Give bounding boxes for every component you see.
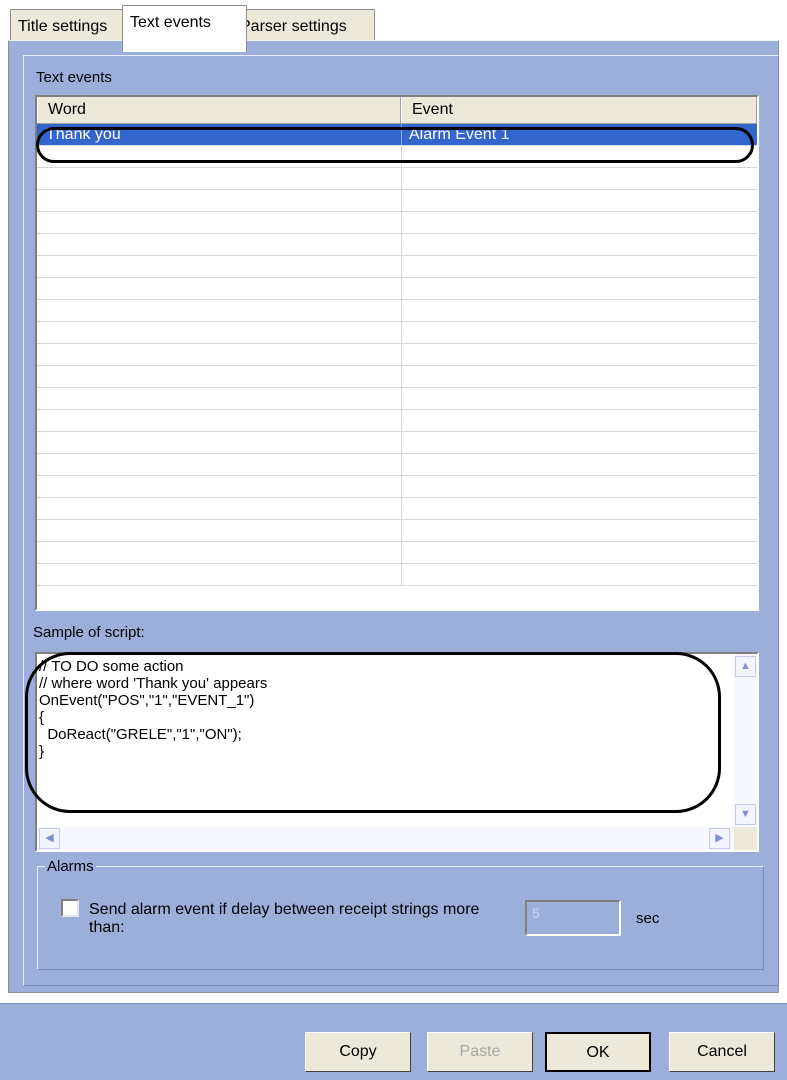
script-label: Sample of script:	[33, 624, 145, 641]
empty-table-row[interactable]	[37, 146, 757, 168]
empty-table-row[interactable]	[37, 168, 757, 190]
horizontal-scrollbar[interactable]: ◀ ▶	[37, 827, 735, 850]
empty-table-row[interactable]	[37, 388, 757, 410]
empty-table-row[interactable]	[37, 256, 757, 278]
alarm-delay-label-line1[interactable]: Send alarm event if delay between receip…	[89, 901, 479, 919]
column-header-word[interactable]: Word	[37, 97, 401, 123]
empty-table-row[interactable]	[37, 520, 757, 542]
scrollbar-corner	[734, 827, 757, 850]
empty-table-row[interactable]	[37, 300, 757, 322]
scroll-up-icon[interactable]: ▲	[735, 656, 756, 677]
cancel-button[interactable]: Cancel	[669, 1032, 775, 1072]
text-events-label: Text events	[36, 69, 112, 86]
column-header-event[interactable]: Event	[401, 97, 757, 123]
table-row[interactable]: Thank you Alarm Event 1	[37, 124, 757, 146]
paste-button[interactable]: Paste	[427, 1032, 533, 1072]
empty-table-row[interactable]	[37, 498, 757, 520]
empty-table-row[interactable]	[37, 410, 757, 432]
empty-table-row[interactable]	[37, 278, 757, 300]
empty-table-row[interactable]	[37, 432, 757, 454]
delay-input[interactable]: 5	[525, 900, 621, 936]
script-text[interactable]: // TO DO some action // where word 'Than…	[39, 658, 729, 760]
script-viewer[interactable]: // TO DO some action // where word 'Than…	[35, 652, 759, 852]
ok-button[interactable]: OK	[545, 1032, 651, 1072]
scroll-left-icon[interactable]: ◀	[39, 828, 60, 849]
text-events-table[interactable]: Word Event Thank you Alarm Event 1	[35, 95, 759, 611]
empty-table-row[interactable]	[37, 234, 757, 256]
tab-text-events[interactable]: Text events	[122, 5, 247, 52]
empty-table-row[interactable]	[37, 542, 757, 564]
empty-table-row[interactable]	[37, 190, 757, 212]
alarms-legend: Alarms	[45, 858, 96, 875]
scroll-right-icon[interactable]: ▶	[709, 828, 730, 849]
cell-event: Alarm Event 1	[409, 126, 510, 143]
alarm-delay-checkbox[interactable]	[61, 899, 79, 917]
empty-table-row[interactable]	[37, 212, 757, 234]
empty-table-row[interactable]	[37, 564, 757, 586]
sec-unit-label: sec	[636, 910, 660, 927]
empty-table-row[interactable]	[37, 454, 757, 476]
copy-button[interactable]: Copy	[305, 1032, 411, 1072]
cell-word: Thank you	[46, 126, 121, 143]
empty-table-row[interactable]	[37, 344, 757, 366]
alarm-delay-label-line2[interactable]: than:	[89, 919, 125, 937]
empty-table-row[interactable]	[37, 476, 757, 498]
empty-table-row[interactable]	[37, 366, 757, 388]
table-header: Word Event	[37, 97, 757, 124]
empty-table-row[interactable]	[37, 322, 757, 344]
vertical-scrollbar[interactable]: ▲ ▼	[734, 654, 757, 828]
scroll-down-icon[interactable]: ▼	[735, 804, 756, 825]
